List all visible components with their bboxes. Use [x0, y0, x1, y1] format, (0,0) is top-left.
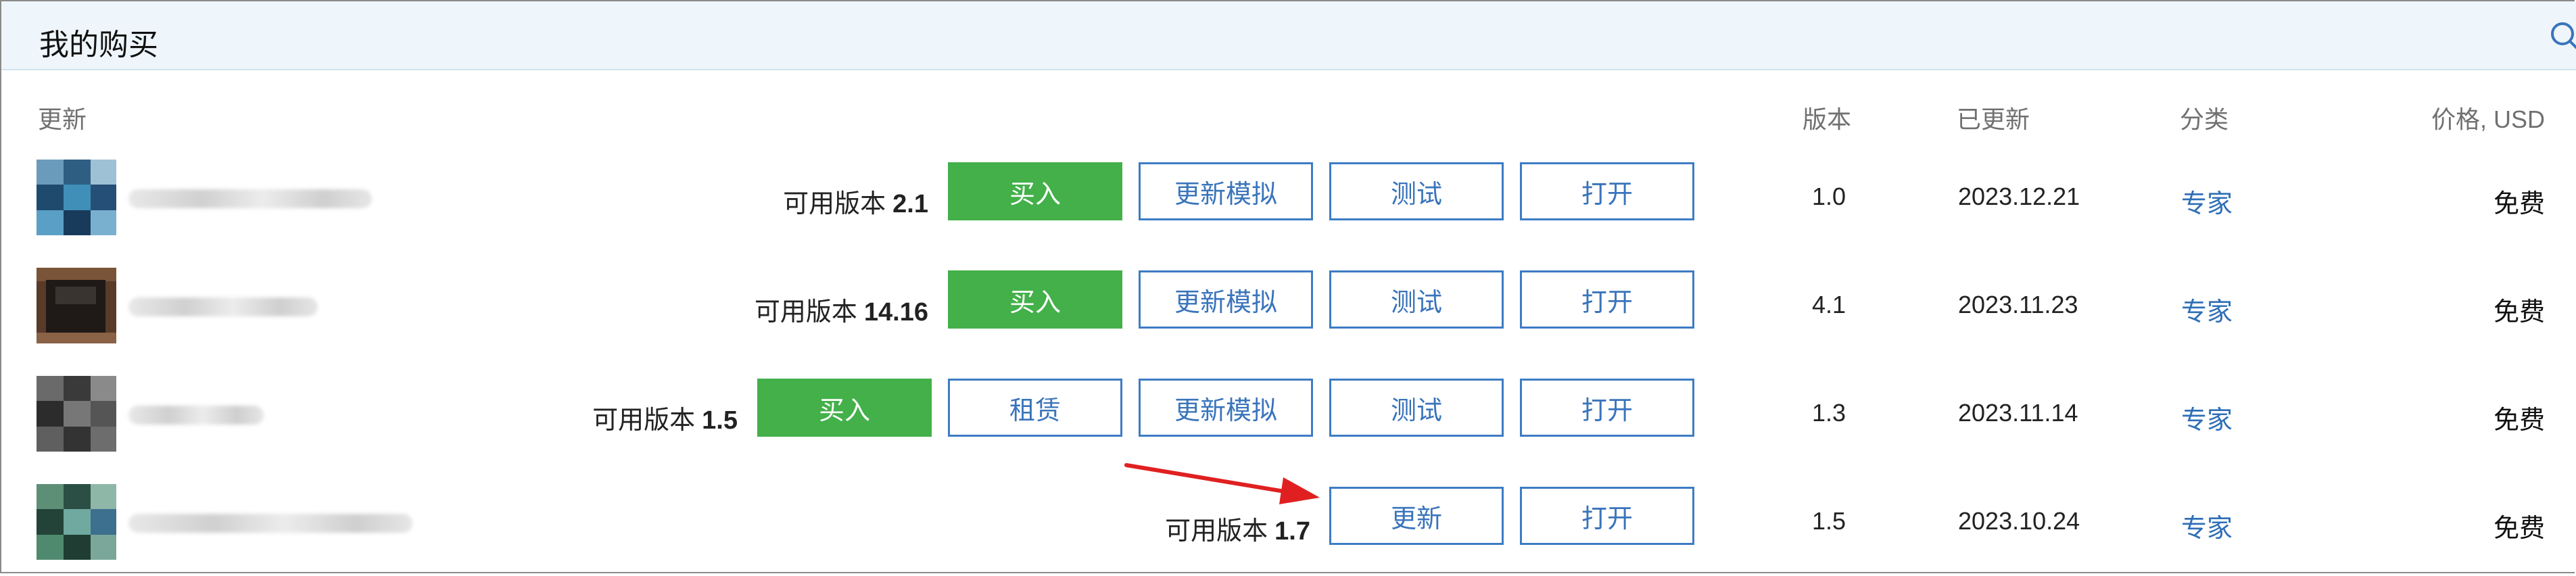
test-button[interactable]: 测试: [1329, 162, 1504, 220]
price-cell: 免费: [2493, 298, 2545, 327]
table-row: 可用版本 1.5 买入 租赁 更新模拟 测试 打开 1.3 2023.11.14 …: [0, 360, 2576, 468]
table-row: 可用版本 14.16 买入 更新模拟 测试 打开 4.1 2023.11.23 专…: [0, 251, 2576, 360]
price-cell: 免费: [2493, 514, 2545, 543]
search-icon[interactable]: [2545, 16, 2576, 57]
open-button[interactable]: 打开: [1520, 379, 1694, 437]
update-demo-button[interactable]: 更新模拟: [1139, 270, 1313, 329]
updated-cell: 2023.11.23: [1958, 291, 2078, 318]
price-cell: 免费: [2493, 190, 2545, 218]
available-version: 可用版本 1.7: [1165, 517, 1310, 546]
open-button[interactable]: 打开: [1520, 487, 1694, 545]
update-demo-button[interactable]: 更新模拟: [1139, 379, 1313, 437]
category-link[interactable]: 专家: [2181, 507, 2233, 544]
table-row: 可用版本 2.1 买入 更新模拟 测试 打开 1.0 2023.12.21 专家 …: [0, 143, 2576, 251]
column-header-category[interactable]: 分类: [2180, 100, 2228, 135]
available-version: 可用版本 14.16: [754, 298, 928, 327]
version-cell: 1.0: [1812, 183, 1846, 210]
buy-button[interactable]: 买入: [757, 379, 932, 437]
product-name-redacted[interactable]: [128, 406, 264, 425]
product-thumbnail[interactable]: [37, 376, 116, 452]
page-header: 我的购买: [1, 1, 2576, 70]
available-version: 可用版本 2.1: [783, 190, 928, 218]
category-link[interactable]: 专家: [2181, 291, 2233, 328]
test-button[interactable]: 测试: [1329, 379, 1504, 437]
open-button[interactable]: 打开: [1520, 270, 1694, 329]
update-demo-button[interactable]: 更新模拟: [1139, 162, 1313, 220]
red-arrow-annotation: [1124, 463, 1320, 504]
category-link[interactable]: 专家: [2181, 399, 2233, 436]
product-name-redacted[interactable]: [128, 297, 318, 316]
page-title: 我的购买: [39, 28, 158, 62]
column-header-updated[interactable]: 已更新: [1957, 100, 2030, 135]
column-header-version[interactable]: 版本: [1803, 100, 1851, 135]
updated-cell: 2023.11.14: [1958, 399, 2078, 427]
test-button[interactable]: 测试: [1329, 270, 1504, 329]
product-thumbnail[interactable]: [37, 160, 116, 235]
version-cell: 4.1: [1812, 291, 1846, 318]
buy-button[interactable]: 买入: [948, 270, 1122, 329]
column-header-price[interactable]: 价格, USD: [2431, 100, 2545, 135]
updated-cell: 2023.10.24: [1958, 507, 2080, 535]
updated-cell: 2023.12.21: [1958, 183, 2080, 210]
price-cell: 免费: [2493, 406, 2545, 435]
category-link[interactable]: 专家: [2181, 183, 2233, 220]
product-thumbnail[interactable]: [37, 268, 116, 343]
column-header-update[interactable]: 更新: [38, 100, 87, 135]
available-version: 可用版本 1.5: [592, 406, 738, 435]
rent-button[interactable]: 租赁: [948, 379, 1122, 437]
update-button[interactable]: 更新: [1329, 487, 1504, 545]
version-cell: 1.5: [1812, 507, 1846, 535]
product-thumbnail[interactable]: [37, 484, 116, 560]
product-name-redacted[interactable]: [128, 514, 412, 533]
open-button[interactable]: 打开: [1520, 162, 1694, 220]
version-cell: 1.3: [1812, 399, 1846, 427]
buy-button[interactable]: 买入: [948, 162, 1122, 220]
product-name-redacted[interactable]: [128, 189, 372, 208]
